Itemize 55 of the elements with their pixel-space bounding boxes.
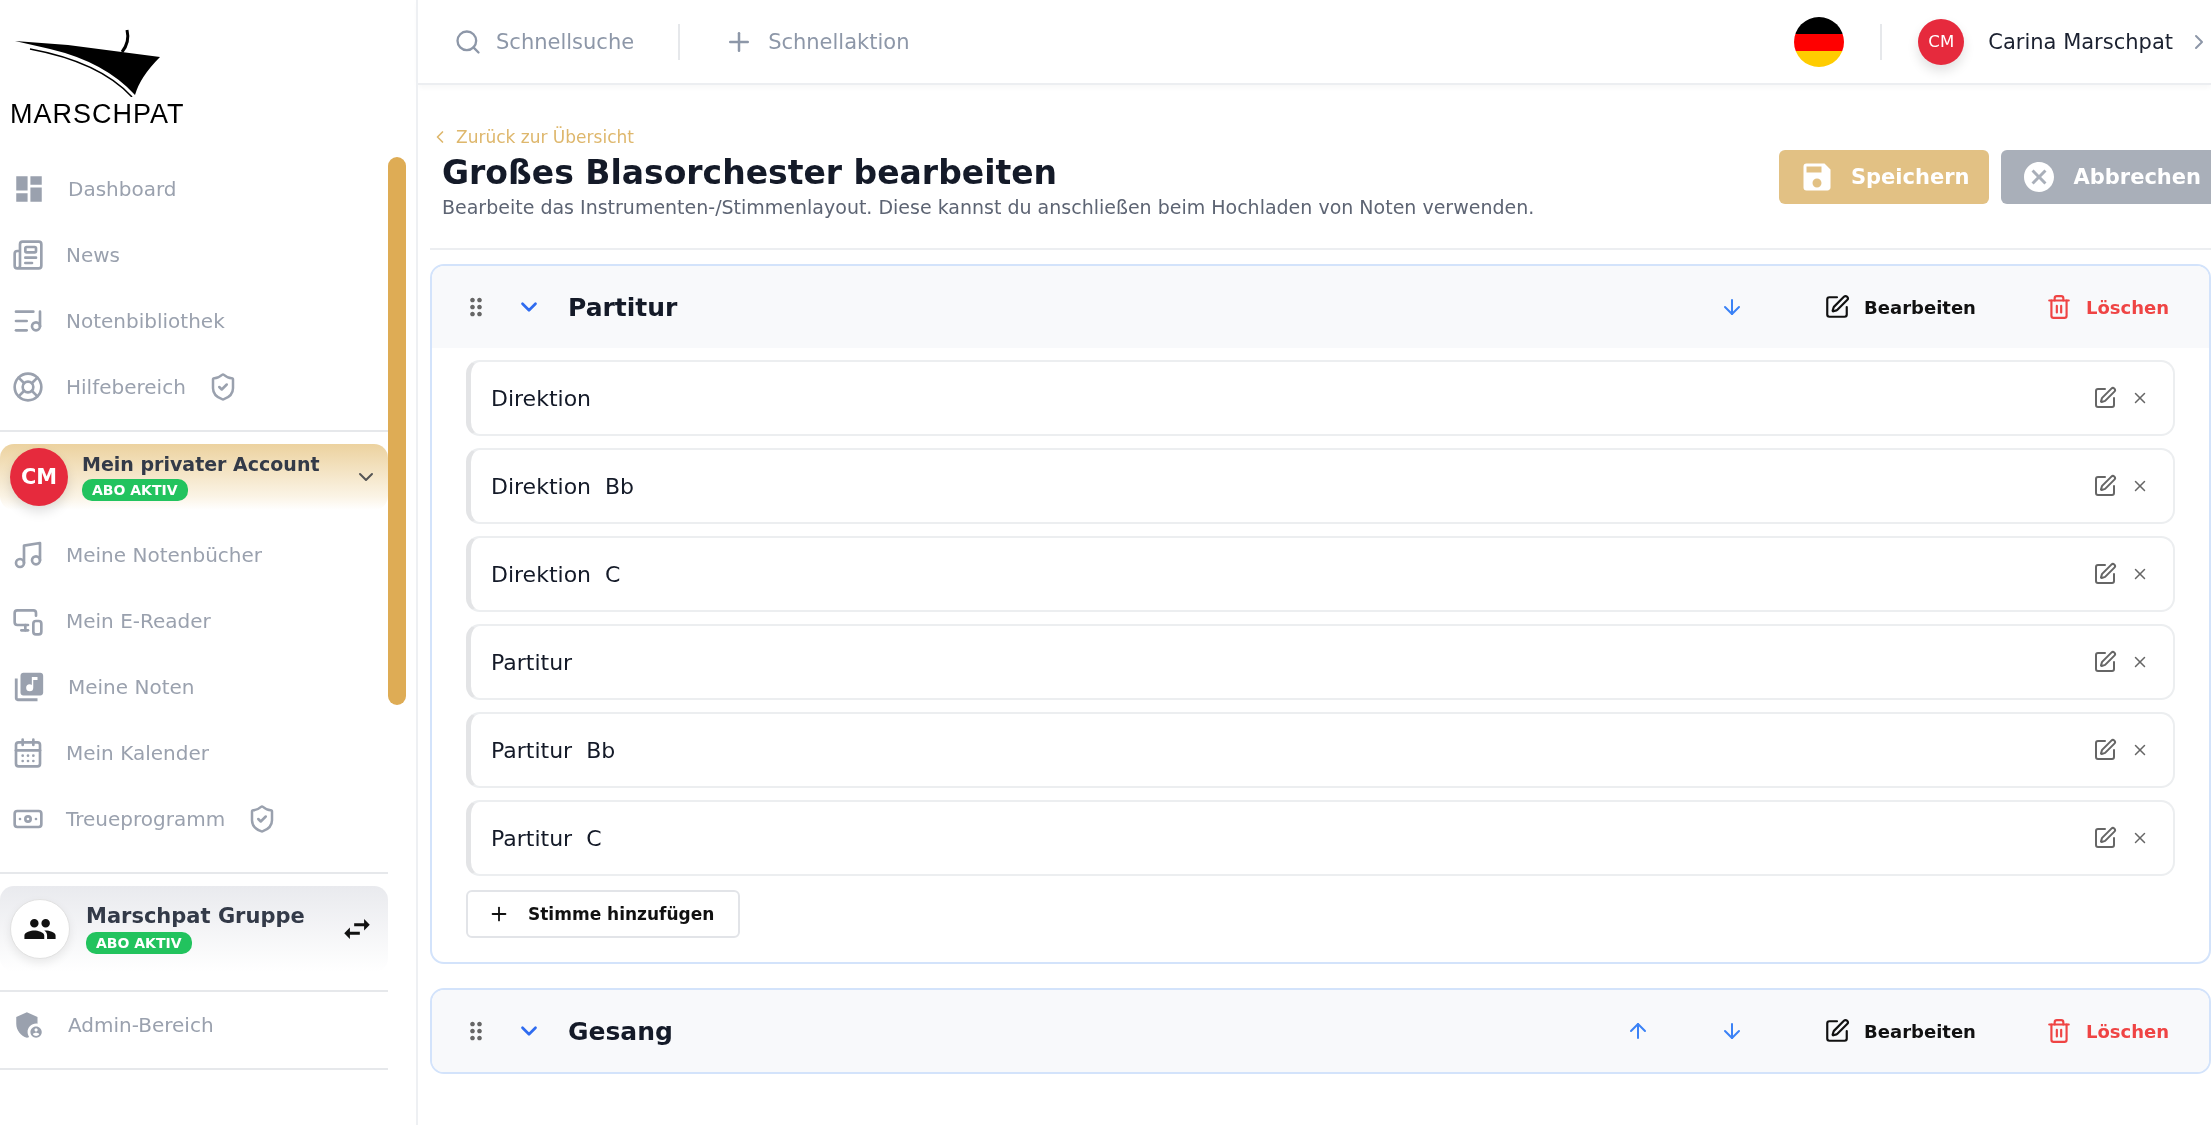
- status-badge: ABO AKTIV: [82, 479, 188, 501]
- page-subtitle: Bearbeite das Instrumenten-/Stimmenlayout. Diese kannst du anschließen beim Hochladen von Noten verwenden.: [441, 196, 1535, 218]
- edit-button[interactable]: Bearbeiten: [1818, 293, 1982, 321]
- music-library-icon: [12, 670, 46, 704]
- music-note-icon: [12, 539, 44, 571]
- edit-icon: [1824, 294, 1851, 320]
- nav-item[interactable]: Treueprogramm: [0, 786, 388, 852]
- voice-name: Partitur Bb: [491, 737, 617, 763]
- trash-icon: [2045, 294, 2072, 320]
- account-avatar: CM: [10, 448, 68, 506]
- voice-name: Partitur C: [491, 825, 603, 851]
- nav-item[interactable]: Mein Kalender: [0, 720, 388, 786]
- nav-item[interactable]: Mein E-Reader: [0, 588, 388, 654]
- nav-item[interactable]: Dashboard: [0, 156, 388, 222]
- quick-action-button[interactable]: Schnellaktion: [724, 26, 910, 57]
- user-name[interactable]: Carina Marschpat: [1988, 29, 2173, 54]
- voice-name: Direktion: [491, 385, 593, 411]
- group-name: Marschpat Gruppe: [86, 904, 305, 928]
- voice-name: Direktion C: [491, 561, 622, 587]
- page-title: Großes Blasorchester bearbeiten: [441, 153, 1058, 192]
- edit-icon[interactable]: [2093, 562, 2117, 586]
- nav-item[interactable]: Meine Notenbücher: [0, 522, 388, 588]
- edit-icon: [1824, 1018, 1851, 1044]
- delete-button[interactable]: Löschen: [2039, 1017, 2175, 1045]
- quick-search-button[interactable]: Schnellsuche: [454, 27, 635, 56]
- section-title: Partitur: [568, 292, 679, 322]
- nav-item[interactable]: News: [0, 222, 388, 288]
- edit-button[interactable]: Bearbeiten: [1818, 1017, 1982, 1045]
- edit-icon[interactable]: [2093, 826, 2117, 850]
- scrollbar[interactable]: [388, 157, 406, 705]
- edit-icon[interactable]: [2093, 386, 2117, 410]
- nav-item[interactable]: Admin-Bereich: [0, 992, 388, 1058]
- section-title: Gesang: [568, 1016, 674, 1046]
- edit-icon[interactable]: [2093, 474, 2117, 498]
- nav-item[interactable]: Meine Noten: [0, 654, 388, 720]
- calendar-icon: [12, 737, 44, 769]
- user-avatar[interactable]: CM: [1918, 18, 1965, 65]
- add-voice-button[interactable]: Stimme hinzufügen: [466, 890, 741, 938]
- search-icon: [454, 27, 482, 56]
- nav-item[interactable]: Notenbibliothek: [0, 288, 388, 354]
- nav-item[interactable]: Hilfebereich: [0, 354, 388, 420]
- trash-icon: [2045, 1018, 2072, 1044]
- edit-icon[interactable]: [2093, 650, 2117, 674]
- voice-name: Direktion Bb: [491, 473, 636, 499]
- status-badge: ABO AKTIV: [86, 932, 192, 954]
- lifebuoy-icon: [12, 371, 44, 403]
- delete-button[interactable]: Löschen: [2039, 293, 2175, 321]
- newspaper-icon: [12, 239, 44, 271]
- logo-text: MARSCHPAT: [10, 98, 186, 130]
- account-card[interactable]: CM Mein privater Account ABO AKTIV: [0, 444, 388, 510]
- voice-name: Partitur: [491, 649, 574, 675]
- account-name: Mein privater Account: [82, 453, 320, 475]
- edit-icon[interactable]: [2093, 738, 2117, 762]
- back-link[interactable]: Zurück zur Übersicht: [430, 127, 634, 147]
- flag-icon[interactable]: [1794, 16, 1845, 67]
